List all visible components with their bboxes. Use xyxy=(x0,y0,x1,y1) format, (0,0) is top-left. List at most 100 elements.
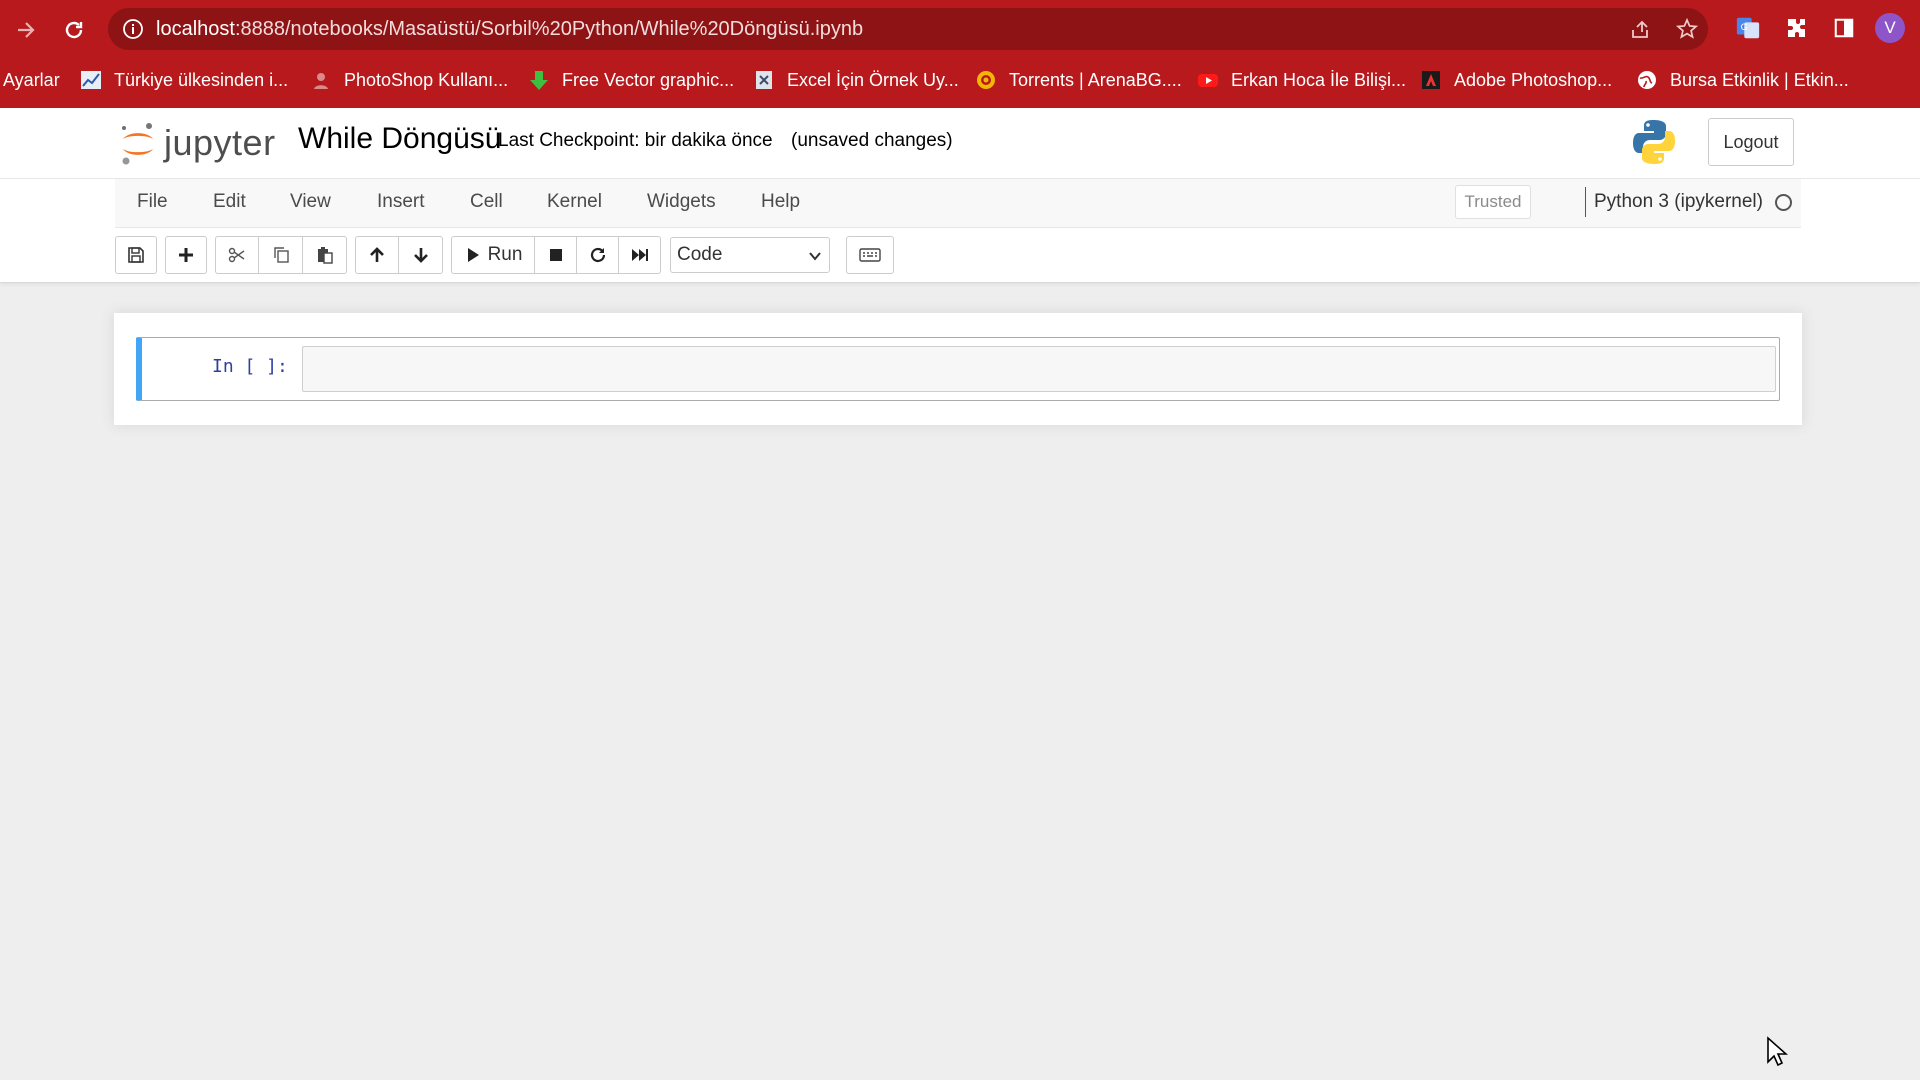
python-logo-icon xyxy=(1633,120,1675,164)
bookmark-free-vector[interactable]: Free Vector graphic... xyxy=(528,68,734,92)
menu-help[interactable]: Help xyxy=(761,191,800,213)
copy-button[interactable] xyxy=(259,236,303,274)
bookmarks-bar: Ayarlar Türkiye ülkesinden i... PhotoSho… xyxy=(0,60,1920,98)
arrow-up-icon xyxy=(370,247,384,262)
adobe-icon xyxy=(1420,69,1442,91)
trusted-indicator[interactable]: Trusted xyxy=(1455,185,1531,219)
svg-text:G: G xyxy=(1741,22,1748,32)
menubar: File Edit View Insert Cell Kernel Widget… xyxy=(115,179,1801,228)
cell-type-select[interactable]: Code xyxy=(670,237,830,273)
arrow-down-icon xyxy=(413,248,428,263)
cell-type-value: Code xyxy=(677,244,723,265)
code-cell[interactable]: In [ ]: xyxy=(136,337,1780,401)
reload-button[interactable] xyxy=(58,14,90,46)
bookmark-label: Free Vector graphic... xyxy=(562,69,735,90)
move-down-button[interactable] xyxy=(399,236,443,274)
autosave-status: (unsaved changes) xyxy=(791,130,953,151)
input-prompt: In [ ]: xyxy=(212,356,288,377)
plus-icon xyxy=(179,248,193,262)
fast-forward-icon xyxy=(631,249,648,261)
mouse-cursor-icon xyxy=(1767,1036,1788,1067)
bookmark-photoshop-kullanimi[interactable]: PhotoShop Kullanı... xyxy=(310,68,508,92)
restart-icon xyxy=(590,247,605,263)
browser-nav-row: localhost:8888/notebooks/Masaüstü/Sorbil… xyxy=(0,0,1920,58)
chart-icon xyxy=(80,69,102,91)
bookmark-label: Türkiye ülkesinden i... xyxy=(114,69,289,90)
forward-arrow-icon xyxy=(18,22,35,38)
stop-icon xyxy=(549,249,562,261)
google-translate-extension[interactable]: G xyxy=(1734,14,1762,42)
notebook-container: In [ ]: xyxy=(114,313,1802,425)
jupyter-header: jupyter While Döngüsü Last Checkpoint: b… xyxy=(0,108,1920,179)
kernel-separator xyxy=(1585,187,1586,217)
menu-view[interactable]: View xyxy=(290,191,331,213)
arenabg-icon xyxy=(975,69,997,91)
photoshop-site-icon xyxy=(310,69,332,91)
chevron-down-icon xyxy=(809,252,821,261)
last-checkpoint: Last Checkpoint: bir dakika önce xyxy=(498,130,773,151)
kernel-name[interactable]: Python 3 (ipykernel) xyxy=(1594,191,1763,213)
bookmark-label: Torrents | ArenaBG.... xyxy=(1009,69,1182,90)
restart-kernel-button[interactable] xyxy=(577,236,619,274)
url-path: :8888/notebooks/Masaüstü/Sorbil%20Python… xyxy=(234,18,864,40)
command-palette-button[interactable] xyxy=(846,236,894,274)
copy-icon xyxy=(273,247,289,263)
reload-icon xyxy=(65,21,83,39)
notebook-name[interactable]: While Döngüsü xyxy=(298,122,501,156)
bookmark-erkan-hoca[interactable]: Erkan Hoca İle Bilişi... xyxy=(1197,68,1406,92)
bookmark-label: Adobe Photoshop... xyxy=(1454,69,1613,90)
jupyter-logo-icon xyxy=(122,123,153,165)
scissors-icon xyxy=(228,247,245,263)
keyboard-icon xyxy=(859,248,881,262)
jupyter-logo-text: jupyter xyxy=(164,122,276,163)
bookmark-label: PhotoShop Kullanı... xyxy=(344,69,509,90)
play-icon xyxy=(467,248,479,262)
menu-insert[interactable]: Insert xyxy=(377,191,425,213)
run-button[interactable]: Run xyxy=(451,236,535,274)
restart-run-all-button[interactable] xyxy=(619,236,661,274)
youtube-icon xyxy=(1197,69,1219,91)
site-info-icon[interactable] xyxy=(122,18,144,40)
bookmark-excel[interactable]: Excel İçin Örnek Uy... xyxy=(753,68,959,92)
logout-button[interactable]: Logout xyxy=(1708,118,1794,166)
insert-cell-button[interactable] xyxy=(165,236,207,274)
menu-edit[interactable]: Edit xyxy=(213,191,246,213)
share-icon[interactable] xyxy=(1629,18,1651,40)
globe-icon xyxy=(1636,69,1658,91)
translate-icon: G xyxy=(1736,17,1760,39)
cut-button[interactable] xyxy=(215,236,259,274)
run-button-label: Run xyxy=(487,244,523,265)
side-panel-icon xyxy=(1834,18,1854,38)
paste-button[interactable] xyxy=(303,236,347,274)
browser-chrome: localhost:8888/notebooks/Masaüstü/Sorbil… xyxy=(0,0,1920,108)
excel-site-icon xyxy=(753,69,775,91)
menu-cell[interactable]: Cell xyxy=(470,191,503,213)
menu-kernel[interactable]: Kernel xyxy=(547,191,602,213)
download-arrow-icon xyxy=(528,69,550,91)
bookmark-turkiye[interactable]: Türkiye ülkesinden i... xyxy=(80,68,288,92)
save-button[interactable] xyxy=(115,236,157,274)
side-panel-button[interactable] xyxy=(1830,14,1858,42)
kernel-idle-indicator-icon xyxy=(1775,194,1792,211)
url-text[interactable]: localhost:8888/notebooks/Masaüstü/Sorbil… xyxy=(156,18,863,41)
puzzle-icon xyxy=(1788,19,1805,37)
extensions-button[interactable] xyxy=(1782,14,1810,42)
code-editor[interactable] xyxy=(302,346,1776,392)
move-up-button[interactable] xyxy=(355,236,399,274)
menu-widgets[interactable]: Widgets xyxy=(647,191,716,213)
interrupt-kernel-button[interactable] xyxy=(535,236,577,274)
menu-file[interactable]: File xyxy=(137,191,168,213)
profile-avatar[interactable]: V xyxy=(1875,13,1905,43)
bookmark-label: Erkan Hoca İle Bilişi... xyxy=(1231,69,1407,90)
bookmark-adobe-photoshop[interactable]: Adobe Photoshop... xyxy=(1420,68,1612,92)
save-icon xyxy=(128,247,144,263)
address-bar[interactable]: localhost:8888/notebooks/Masaüstü/Sorbil… xyxy=(108,8,1708,50)
forward-button[interactable] xyxy=(10,14,42,46)
jupyter-logo[interactable]: jupyter xyxy=(118,118,276,168)
menu-toolbar-area: File Edit View Insert Cell Kernel Widget… xyxy=(0,179,1920,283)
bookmark-bursa-etkinlik[interactable]: Bursa Etkinlik | Etkin... xyxy=(1636,68,1849,92)
bookmark-star-icon[interactable] xyxy=(1676,18,1698,40)
bookmark-label: Ayarlar xyxy=(3,69,60,90)
bookmark-arenabg[interactable]: Torrents | ArenaBG.... xyxy=(975,68,1182,92)
bookmark-ayarlar[interactable]: Ayarlar xyxy=(3,68,60,92)
